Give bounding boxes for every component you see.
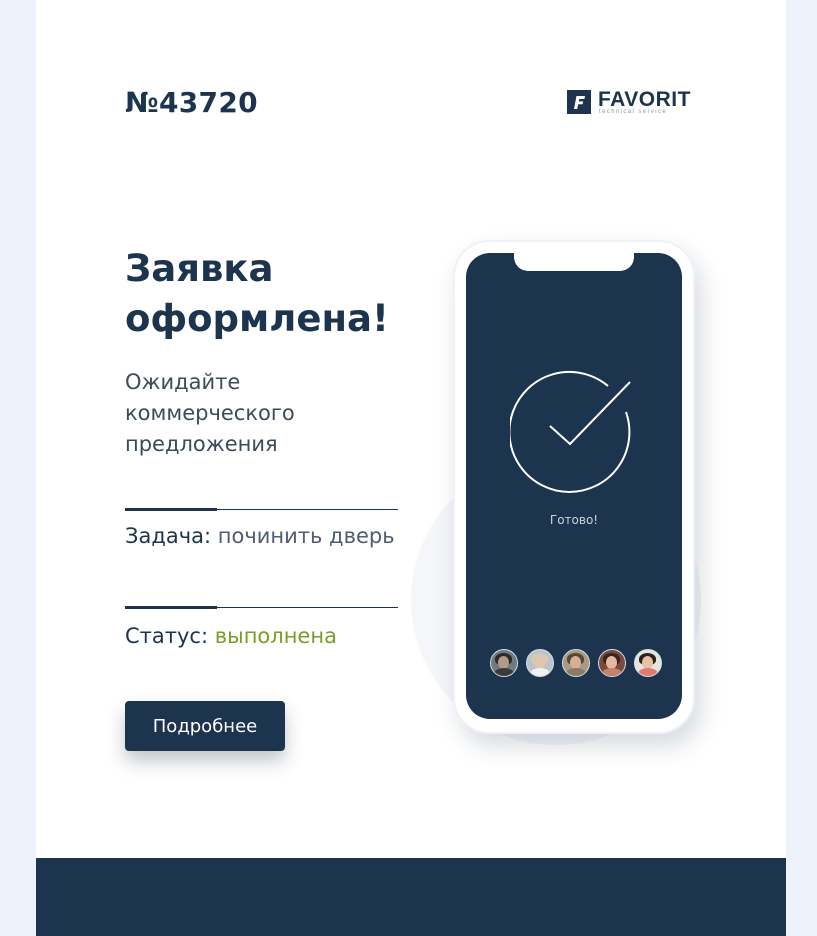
avatar <box>634 649 662 677</box>
order-number: №43720 <box>125 86 258 119</box>
phone-screen: Готово! <box>466 253 682 719</box>
checkmark-circle-icon <box>510 371 631 493</box>
divider <box>125 508 398 511</box>
status-label: Статус: <box>125 624 209 648</box>
page-title: Заявка оформлена! <box>125 247 389 340</box>
avatar <box>562 649 590 677</box>
avatar <box>490 649 518 677</box>
details-button[interactable]: Подробнее <box>125 701 285 751</box>
ready-label: Готово! <box>549 513 599 527</box>
avatar <box>526 649 554 677</box>
phone-notch <box>514 253 634 271</box>
favorit-logo: FAVORIT technical service <box>567 88 699 118</box>
avatar-row <box>490 649 662 677</box>
status-row: Статус: выполнена <box>125 620 415 653</box>
status-value: выполнена <box>214 624 337 648</box>
email-card: №43720 FAVORIT technical service Заявка … <box>36 0 786 858</box>
avatar <box>598 649 626 677</box>
phone-illustration: Готово! <box>453 240 695 734</box>
task-value: починить дверь <box>217 524 395 548</box>
task-label: Задача: <box>125 524 212 548</box>
task-row: Задача: починить дверь <box>125 520 395 553</box>
page-subtitle: Ожидайте коммерческого предложения <box>125 370 295 456</box>
logo-f-icon <box>574 96 585 109</box>
footer <box>36 858 786 936</box>
divider <box>125 606 398 609</box>
logo-tagline: technical service <box>599 109 668 115</box>
logo-mark <box>567 90 591 114</box>
